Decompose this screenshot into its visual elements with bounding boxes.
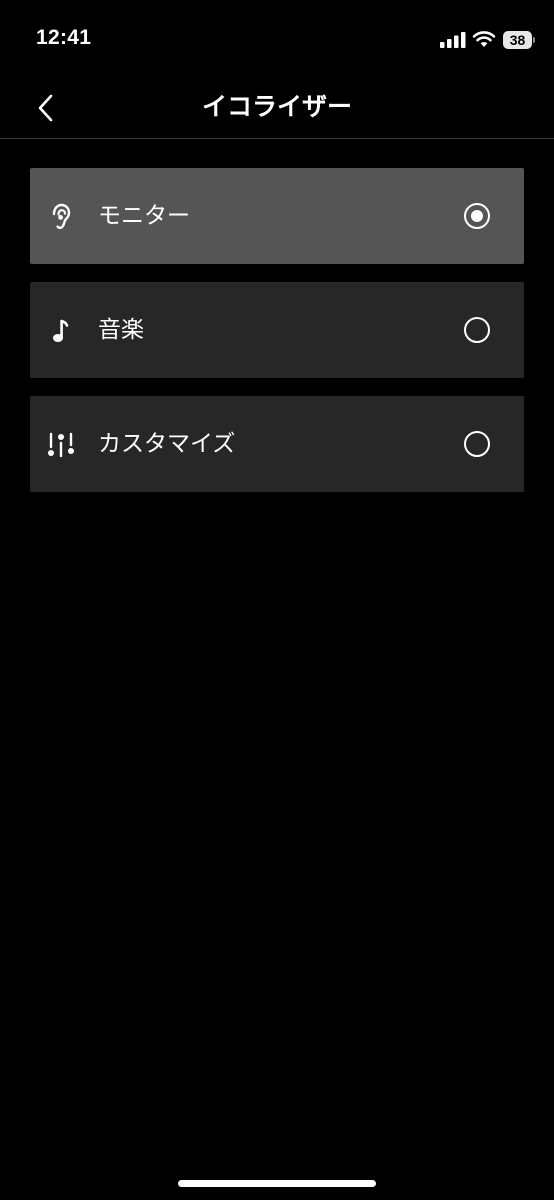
chevron-left-icon (38, 94, 53, 122)
equalizer-option-monitor[interactable]: モニター (30, 168, 524, 264)
ear-icon (46, 202, 76, 232)
battery-indicator: 38 (503, 31, 535, 49)
cellular-signal-icon (440, 32, 466, 48)
radio-dot (471, 210, 483, 222)
equalizer-option-label: カスタマイズ (98, 431, 236, 457)
equalizer-option-music[interactable]: 音楽 (30, 282, 524, 378)
back-button[interactable] (28, 88, 64, 128)
wifi-icon (472, 31, 496, 47)
equalizer-option-label: 音楽 (98, 317, 144, 343)
equalizer-option-list: モニター 音楽 カスタマイズ (30, 168, 524, 510)
sliders-icon (46, 430, 76, 460)
status-time: 12:41 (36, 26, 92, 49)
music-note-icon (46, 316, 76, 346)
battery-level: 38 (509, 32, 526, 48)
equalizer-option-custom[interactable]: カスタマイズ (30, 396, 524, 492)
page-title: イコライザー (201, 92, 352, 121)
status-bar: 12:41 38 (0, 0, 554, 80)
battery-tip (533, 37, 535, 43)
radio-button[interactable] (464, 317, 490, 343)
home-indicator[interactable] (178, 1180, 376, 1187)
nav-bar: イコライザー (0, 80, 554, 139)
radio-button-selected[interactable] (464, 203, 490, 229)
radio-button[interactable] (464, 431, 490, 457)
equalizer-option-label: モニター (98, 203, 190, 229)
